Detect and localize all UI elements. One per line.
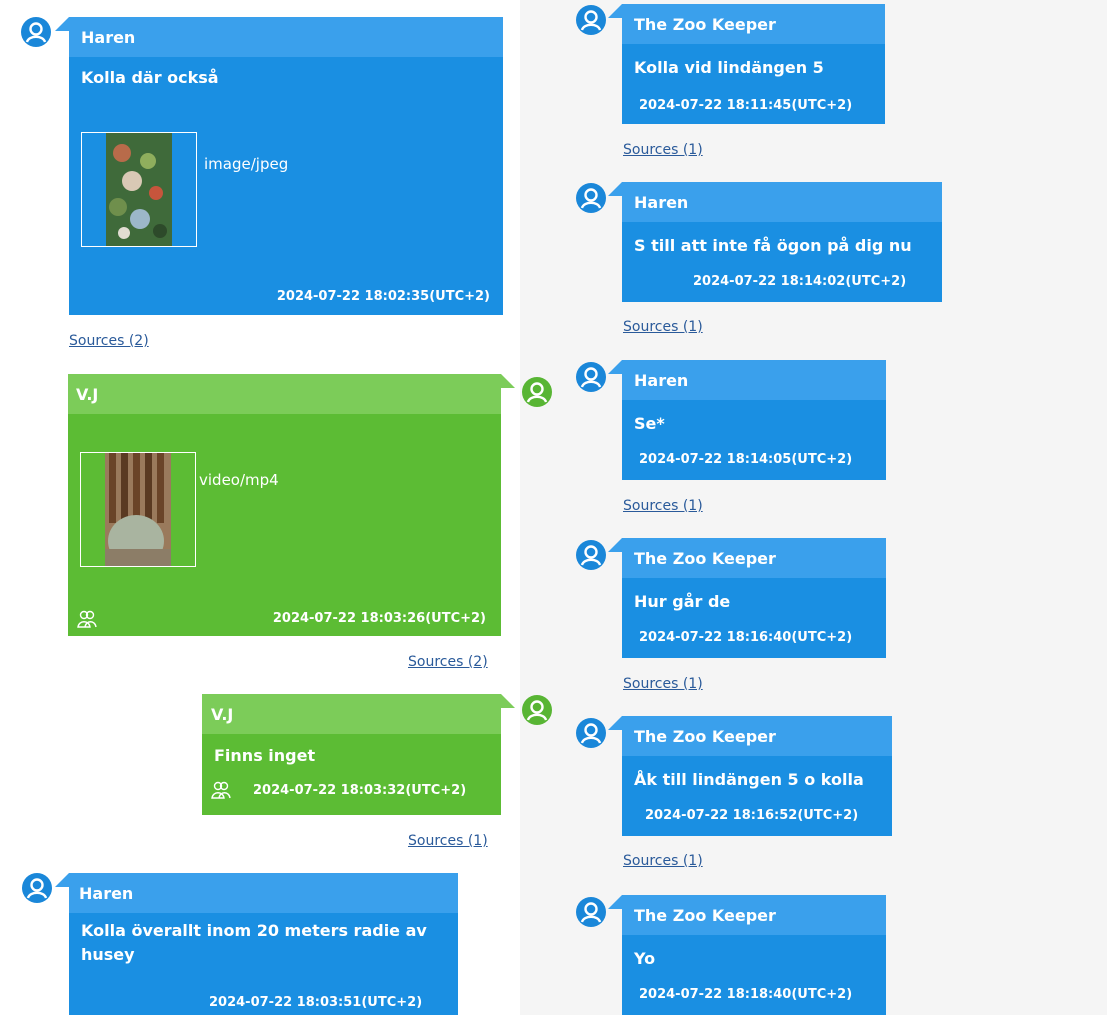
avatar-icon — [576, 5, 606, 35]
timestamp: 2024-07-22 18:14:02(UTC+2) — [693, 274, 907, 289]
message-header: Haren — [608, 360, 886, 400]
timestamp: 2024-07-22 18:16:52(UTC+2) — [645, 808, 859, 823]
message-header: V.J — [202, 694, 515, 734]
sender-name: The Zoo Keeper — [634, 727, 776, 746]
message-bubble[interactable]: V.J Finns inget 2024-07-22 18:03:32(UTC+… — [202, 694, 515, 815]
sender-name: Haren — [634, 193, 689, 212]
group-icon — [211, 780, 231, 800]
message-text: Kolla överallt inom 20 meters radie av h… — [81, 921, 427, 964]
timestamp: 2024-07-22 18:16:40(UTC+2) — [639, 630, 853, 645]
sources-link[interactable]: Sources (1) — [408, 833, 488, 849]
sources-link[interactable]: Sources (1) — [623, 676, 703, 692]
message-text: Kolla vid lindängen 5 — [634, 58, 824, 77]
message-text: Åk till lindängen 5 o kolla — [634, 770, 864, 789]
timestamp: 2024-07-22 18:03:51(UTC+2) — [209, 995, 423, 1010]
message-header: Haren — [55, 17, 503, 57]
avatar-icon — [576, 897, 606, 927]
sources-link[interactable]: Sources (2) — [408, 654, 488, 670]
sources-link[interactable]: Sources (1) — [623, 319, 703, 335]
avatar-icon — [576, 718, 606, 748]
group-icon — [77, 609, 97, 629]
message-header: The Zoo Keeper — [608, 716, 892, 756]
avatar-icon — [522, 695, 552, 725]
message-bubble[interactable]: The Zoo Keeper Åk till lindängen 5 o kol… — [608, 716, 892, 836]
message-bubble[interactable]: Haren S till att inte få ögon på dig nu … — [608, 182, 942, 302]
video-thumbnail[interactable] — [80, 452, 196, 567]
message-bubble[interactable]: The Zoo Keeper Hur går de 2024-07-22 18:… — [608, 538, 886, 658]
sources-link[interactable]: Sources (1) — [623, 498, 703, 514]
message-bubble[interactable]: V.J video/mp4 2024-07-22 18:03:26(UTC+2) — [68, 374, 515, 636]
timestamp: 2024-07-22 18:14:05(UTC+2) — [639, 452, 853, 467]
message-text: S till att inte få ögon på dig nu — [634, 236, 912, 255]
timestamp: 2024-07-22 18:18:40(UTC+2) — [639, 987, 853, 1002]
attachment-type: image/jpeg — [204, 155, 289, 173]
message-text: Finns inget — [214, 746, 316, 765]
sender-name: The Zoo Keeper — [634, 15, 776, 34]
message-header: The Zoo Keeper — [608, 4, 885, 44]
sources-link[interactable]: Sources (1) — [623, 142, 703, 158]
avatar-icon — [522, 377, 552, 407]
sender-name: V.J — [76, 385, 99, 404]
message-header: Haren — [55, 873, 458, 913]
message-text: Yo — [634, 949, 656, 968]
sender-name: V.J — [211, 705, 234, 724]
timestamp: 2024-07-22 18:02:35(UTC+2) — [276, 289, 490, 304]
message-text: Hur går de — [634, 592, 731, 611]
sender-name: The Zoo Keeper — [634, 906, 776, 925]
sender-name: Haren — [79, 884, 134, 903]
sender-name: Haren — [634, 371, 689, 390]
message-header: V.J — [68, 374, 515, 414]
timestamp: 2024-07-22 18:11:45(UTC+2) — [639, 98, 853, 113]
avatar-icon — [21, 17, 51, 47]
timestamp: 2024-07-22 18:03:26(UTC+2) — [272, 611, 486, 626]
sender-name: Haren — [81, 28, 136, 47]
sources-link[interactable]: Sources (2) — [69, 333, 149, 349]
message-header: The Zoo Keeper — [608, 538, 886, 578]
avatar-icon — [576, 183, 606, 213]
message-bubble[interactable]: Haren Kolla där också image/jpeg 2024-07… — [55, 17, 503, 315]
message-text: Kolla där också — [81, 68, 219, 87]
avatar-icon — [576, 540, 606, 570]
message-bubble[interactable]: The Zoo Keeper Kolla vid lindängen 5 202… — [608, 4, 885, 124]
timestamp: 2024-07-22 18:03:32(UTC+2) — [253, 783, 467, 798]
message-bubble[interactable]: Haren Kolla överallt inom 20 meters radi… — [55, 873, 458, 1015]
attachment-type: video/mp4 — [199, 471, 279, 489]
message-bubble[interactable]: The Zoo Keeper Yo 2024-07-22 18:18:40(UT… — [608, 895, 886, 1015]
right-column-background — [520, 0, 1107, 1015]
message-text: Se* — [634, 414, 665, 433]
message-header: The Zoo Keeper — [608, 895, 886, 935]
avatar-icon — [22, 873, 52, 903]
sender-name: The Zoo Keeper — [634, 549, 776, 568]
avatar-icon — [576, 362, 606, 392]
message-header: Haren — [608, 182, 942, 222]
message-bubble[interactable]: Haren Se* 2024-07-22 18:14:05(UTC+2) — [608, 360, 886, 480]
sources-link[interactable]: Sources (1) — [623, 853, 703, 869]
image-thumbnail[interactable] — [81, 132, 197, 247]
